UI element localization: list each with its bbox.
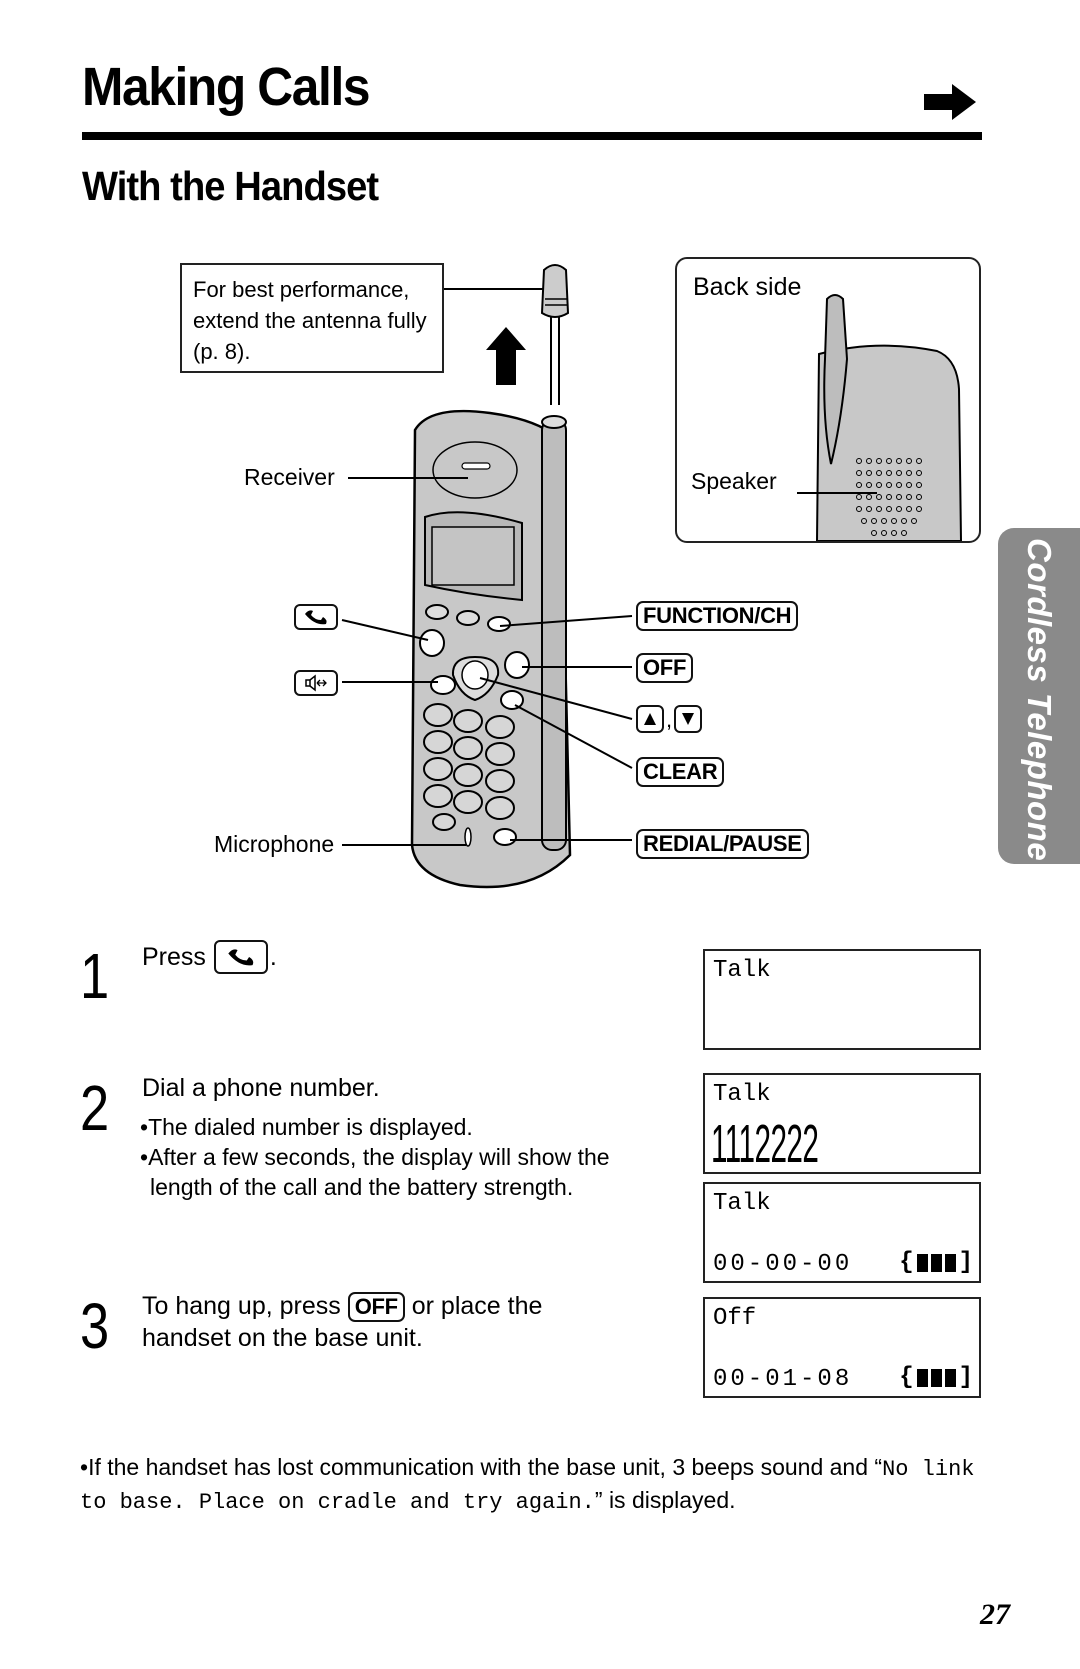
handset-back-illustration — [797, 294, 963, 541]
speaker-label: Speaker — [691, 468, 777, 494]
note-text: If the handset has lost communication wi… — [88, 1454, 883, 1480]
clear-key-label: CLEAR — [636, 757, 725, 787]
lcd-dialed-number: 1112222 — [711, 1114, 819, 1174]
page-title: Making Calls — [82, 57, 371, 117]
lcd-line-1: Off — [713, 1305, 757, 1332]
section-side-tab: Cordless Telephone — [998, 528, 1080, 864]
step-2-text: Dial a phone number. — [142, 1074, 380, 1102]
down-triangle-icon — [682, 713, 695, 725]
lcd-display: Talk 00-00-00 {] — [703, 1182, 981, 1283]
talk-key-callout — [294, 604, 338, 630]
note-paragraph: •If the handset has lost communication w… — [80, 1454, 975, 1515]
lcd-line-1: Talk — [713, 1190, 771, 1217]
lcd-display: Talk 1112222 — [703, 1073, 981, 1174]
back-side-title: Back side — [693, 273, 802, 301]
step-2-bullets: •The dialed number is displayed. •After … — [140, 1114, 610, 1200]
battery-icon: {] — [899, 1364, 973, 1391]
battery-icon: {] — [899, 1249, 973, 1276]
step-text: To hang up, press — [142, 1292, 341, 1320]
speakerphone-icon — [305, 674, 327, 692]
lcd-line-1: Talk — [713, 1081, 771, 1108]
lcd-call-timer: 00-01-08 — [713, 1366, 853, 1393]
step-number: 2 — [80, 1072, 110, 1144]
note-text-end: ” is displayed. — [594, 1487, 736, 1513]
lcd-display: Talk — [703, 949, 981, 1050]
up-triangle-icon — [644, 713, 656, 725]
bullet-item: After a few seconds, the display will sh… — [148, 1144, 610, 1200]
step-text-punct: . — [269, 943, 277, 971]
receiver-label: Receiver — [244, 464, 335, 490]
off-key-label: OFF — [636, 653, 694, 683]
bullet-item: The dialed number is displayed. — [148, 1114, 473, 1140]
phone-handset-icon — [305, 610, 327, 625]
redial-pause-key-label: REDIAL/PAUSE — [636, 829, 809, 859]
right-arrow-icon — [924, 84, 976, 120]
step-3-text: To hang up, press OFF or place the hands… — [142, 1290, 622, 1354]
step-1-text: Press . — [142, 940, 277, 974]
lcd-line-1: Talk — [713, 957, 771, 984]
talk-key — [213, 940, 268, 974]
phone-handset-icon — [228, 949, 254, 966]
lcd-display: Off 00-01-08 {] — [703, 1297, 981, 1398]
microphone-label: Microphone — [214, 831, 335, 857]
step-number: 1 — [80, 940, 110, 1012]
handset-illustration — [341, 264, 633, 889]
up-arrow-icon — [486, 327, 526, 385]
function-ch-key-label: FUNCTION/CH — [636, 601, 799, 631]
up-key-label — [636, 705, 664, 733]
title-rule — [82, 132, 982, 140]
step-number: 3 — [80, 1290, 110, 1362]
lcd-call-timer: 00-00-00 — [713, 1251, 853, 1278]
off-key: OFF — [347, 1292, 405, 1322]
section-title: With the Handset — [82, 163, 379, 209]
page-number: 27 — [980, 1598, 1010, 1631]
separator: , — [666, 707, 673, 732]
step-text: Press — [142, 943, 206, 971]
speakerphone-key-callout — [294, 670, 338, 696]
back-side-panel: Back side Speaker — [675, 257, 981, 543]
side-tab-label: Cordless Telephone — [1021, 538, 1058, 862]
down-key-label — [674, 705, 703, 733]
